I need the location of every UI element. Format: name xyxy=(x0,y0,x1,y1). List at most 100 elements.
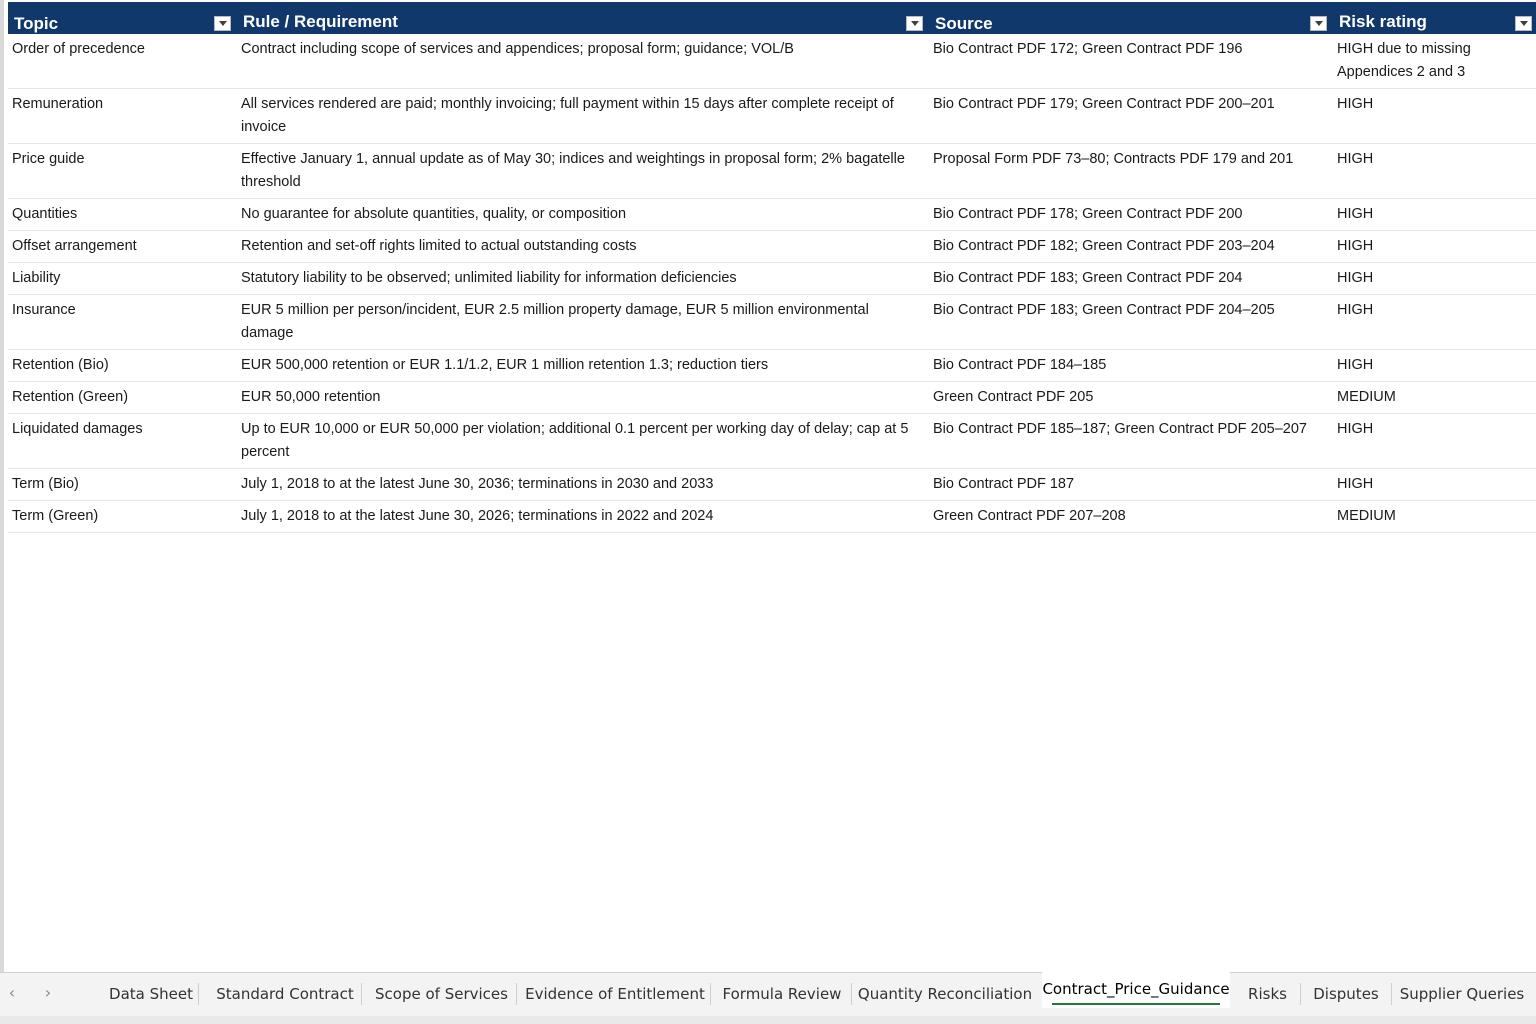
active-tab-indicator xyxy=(1052,1003,1220,1005)
rule-cell[interactable]: Effective January 1, annual update as of… xyxy=(237,143,929,199)
tab-separator xyxy=(1300,983,1301,1005)
risk-rating-cell[interactable]: HIGH xyxy=(1333,198,1536,231)
topic-cell[interactable]: Liquidated damages xyxy=(8,413,237,469)
source-cell[interactable]: Bio Contract PDF 178; Green Contract PDF… xyxy=(929,198,1333,231)
risk-rating-cell[interactable]: MEDIUM xyxy=(1333,381,1536,414)
source-cell[interactable]: Bio Contract PDF 179; Green Contract PDF… xyxy=(929,88,1333,144)
topic-cell[interactable]: Remuneration xyxy=(8,88,237,144)
risk-rating-cell[interactable]: HIGH xyxy=(1333,349,1536,382)
sheet-tab-label: Scope of Services xyxy=(375,985,508,1003)
column-header-topic[interactable]: Topic xyxy=(8,2,237,34)
rule-cell[interactable]: Up to EUR 10,000 or EUR 50,000 per viola… xyxy=(237,413,929,469)
risk-rating-cell[interactable]: HIGH due to missing Appendices 2 and 3 xyxy=(1333,34,1536,89)
topic-cell[interactable]: Insurance xyxy=(8,294,237,350)
sheet-tab[interactable]: Disputes xyxy=(1302,973,1390,1015)
sheet-tab-label: Disputes xyxy=(1313,985,1379,1003)
sheet-tab-label: Evidence of Entitlement xyxy=(525,985,705,1003)
source-cell[interactable]: Bio Contract PDF 182; Green Contract PDF… xyxy=(929,230,1333,263)
topic-cell[interactable]: Order of precedence xyxy=(8,34,237,89)
risk-rating-cell[interactable]: HIGH xyxy=(1333,230,1536,263)
rule-cell[interactable]: EUR 5 million per person/incident, EUR 2… xyxy=(237,294,929,350)
source-cell[interactable]: Green Contract PDF 207–208 xyxy=(929,500,1333,533)
filter-dropdown-icon[interactable] xyxy=(1515,16,1532,31)
column-header-source[interactable]: Source xyxy=(929,2,1333,34)
table-row: Order of precedence Contract including sc… xyxy=(8,34,1536,89)
sheet-tab[interactable]: Supplier Queries xyxy=(1393,973,1531,1015)
table-row: Liability Statutory liability to be obser… xyxy=(8,262,1536,295)
table-row: Term (Bio) July 1, 2018 to at the latest … xyxy=(8,468,1536,501)
tab-separator xyxy=(198,983,199,1005)
table-row: Price guide Effective January 1, annual u… xyxy=(8,143,1536,199)
column-header-label: Rule / Requirement xyxy=(243,12,398,31)
data-table: Topic Rule / Requirement Source Risk rat… xyxy=(8,2,1536,533)
risk-rating-cell[interactable]: HIGH xyxy=(1333,88,1536,144)
risk-rating-cell[interactable]: HIGH xyxy=(1333,143,1536,199)
risk-rating-cell[interactable]: MEDIUM xyxy=(1333,500,1536,533)
table-row: Retention (Bio) EUR 500,000 retention or … xyxy=(8,349,1536,382)
table-row: Liquidated damages Up to EUR 10,000 or EU… xyxy=(8,413,1536,469)
column-header-label: Risk rating xyxy=(1339,12,1427,31)
column-header-label: Topic xyxy=(14,14,59,33)
column-header-rule[interactable]: Rule / Requirement xyxy=(237,2,929,34)
topic-cell[interactable]: Retention (Green) xyxy=(8,381,237,414)
topic-cell[interactable]: Term (Green) xyxy=(8,500,237,533)
source-cell[interactable]: Proposal Form PDF 73–80; Contracts PDF 1… xyxy=(929,143,1333,199)
source-cell[interactable]: Green Contract PDF 205 xyxy=(929,381,1333,414)
rule-cell[interactable]: EUR 500,000 retention or EUR 1.1/1.2, EU… xyxy=(237,349,929,382)
source-cell[interactable]: Bio Contract PDF 187 xyxy=(929,468,1333,501)
column-header-risk-rating[interactable]: Risk rating xyxy=(1333,2,1536,34)
rule-cell[interactable]: Contract including scope of services and… xyxy=(237,34,929,89)
sheet-tab-label: Data Sheet xyxy=(109,985,193,1003)
sheet-tab[interactable]: Scope of Services xyxy=(368,973,515,1015)
spreadsheet-grid[interactable]: Topic Rule / Requirement Source Risk rat… xyxy=(0,0,1536,972)
risk-rating-cell[interactable]: HIGH xyxy=(1333,294,1536,350)
sheet-tab[interactable]: Evidence of Entitlement xyxy=(521,973,709,1015)
risk-rating-cell[interactable]: HIGH xyxy=(1333,413,1536,469)
sheet-tab[interactable]: Data Sheet xyxy=(105,973,197,1015)
table-row: Quantities No guarantee for absolute quan… xyxy=(8,198,1536,231)
sheet-tab[interactable]: Contract_Price_Guidance xyxy=(1042,972,1230,1008)
rule-cell[interactable]: Retention and set-off rights limited to … xyxy=(237,230,929,263)
topic-cell[interactable]: Term (Bio) xyxy=(8,468,237,501)
chevron-right-icon[interactable]: › xyxy=(38,983,58,1003)
filter-dropdown-icon[interactable] xyxy=(906,16,923,31)
tab-separator xyxy=(710,983,711,1005)
sheet-tab-label: Standard Contract xyxy=(216,985,354,1003)
topic-cell[interactable]: Offset arrangement xyxy=(8,230,237,263)
sheet-tab[interactable]: Quantity Reconciliation xyxy=(853,973,1037,1015)
rule-cell[interactable]: EUR 50,000 retention xyxy=(237,381,929,414)
topic-cell[interactable]: Liability xyxy=(8,262,237,295)
sheet-tab[interactable]: Standard Contract xyxy=(210,973,360,1015)
source-cell[interactable]: Bio Contract PDF 183; Green Contract PDF… xyxy=(929,262,1333,295)
rule-cell[interactable]: No guarantee for absolute quantities, qu… xyxy=(237,198,929,231)
table-row: Remuneration All services rendered are pa… xyxy=(8,88,1536,144)
sheet-tab-bar: ‹ › Data Sheet Standard Contract Scope of … xyxy=(0,972,1536,1016)
topic-cell[interactable]: Retention (Bio) xyxy=(8,349,237,382)
source-cell[interactable]: Bio Contract PDF 184–185 xyxy=(929,349,1333,382)
risk-rating-cell[interactable]: HIGH xyxy=(1333,468,1536,501)
rule-cell[interactable]: July 1, 2018 to at the latest June 30, 2… xyxy=(237,468,929,501)
header-row: Topic Rule / Requirement Source Risk rat… xyxy=(8,2,1536,34)
rule-cell[interactable]: July 1, 2018 to at the latest June 30, 2… xyxy=(237,500,929,533)
table-row: Insurance EUR 5 million per person/incide… xyxy=(8,294,1536,350)
sheet-tab[interactable]: Formula Review xyxy=(714,973,850,1015)
status-bar xyxy=(0,1016,1536,1024)
rule-cell[interactable]: Statutory liability to be observed; unli… xyxy=(237,262,929,295)
filter-dropdown-icon[interactable] xyxy=(214,16,231,31)
source-cell[interactable]: Bio Contract PDF 172; Green Contract PDF… xyxy=(929,34,1333,89)
tab-separator xyxy=(1391,983,1392,1005)
topic-cell[interactable]: Quantities xyxy=(8,198,237,231)
sheet-tab[interactable]: Risks xyxy=(1236,973,1299,1015)
sheet-tab-label: Contract_Price_Guidance xyxy=(1042,980,1230,998)
table-row: Retention (Green) EUR 50,000 retention Gre… xyxy=(8,381,1536,414)
rule-cell[interactable]: All services rendered are paid; monthly … xyxy=(237,88,929,144)
table-row: Offset arrangement Retention and set-off … xyxy=(8,230,1536,263)
topic-cell[interactable]: Price guide xyxy=(8,143,237,199)
chevron-left-icon[interactable]: ‹ xyxy=(2,983,22,1003)
risk-rating-cell[interactable]: HIGH xyxy=(1333,262,1536,295)
source-cell[interactable]: Bio Contract PDF 185–187; Green Contract… xyxy=(929,413,1333,469)
source-cell[interactable]: Bio Contract PDF 183; Green Contract PDF… xyxy=(929,294,1333,350)
sheet-tab-label: Supplier Queries xyxy=(1399,985,1525,1003)
filter-dropdown-icon[interactable] xyxy=(1310,16,1327,31)
tab-separator xyxy=(851,983,852,1005)
